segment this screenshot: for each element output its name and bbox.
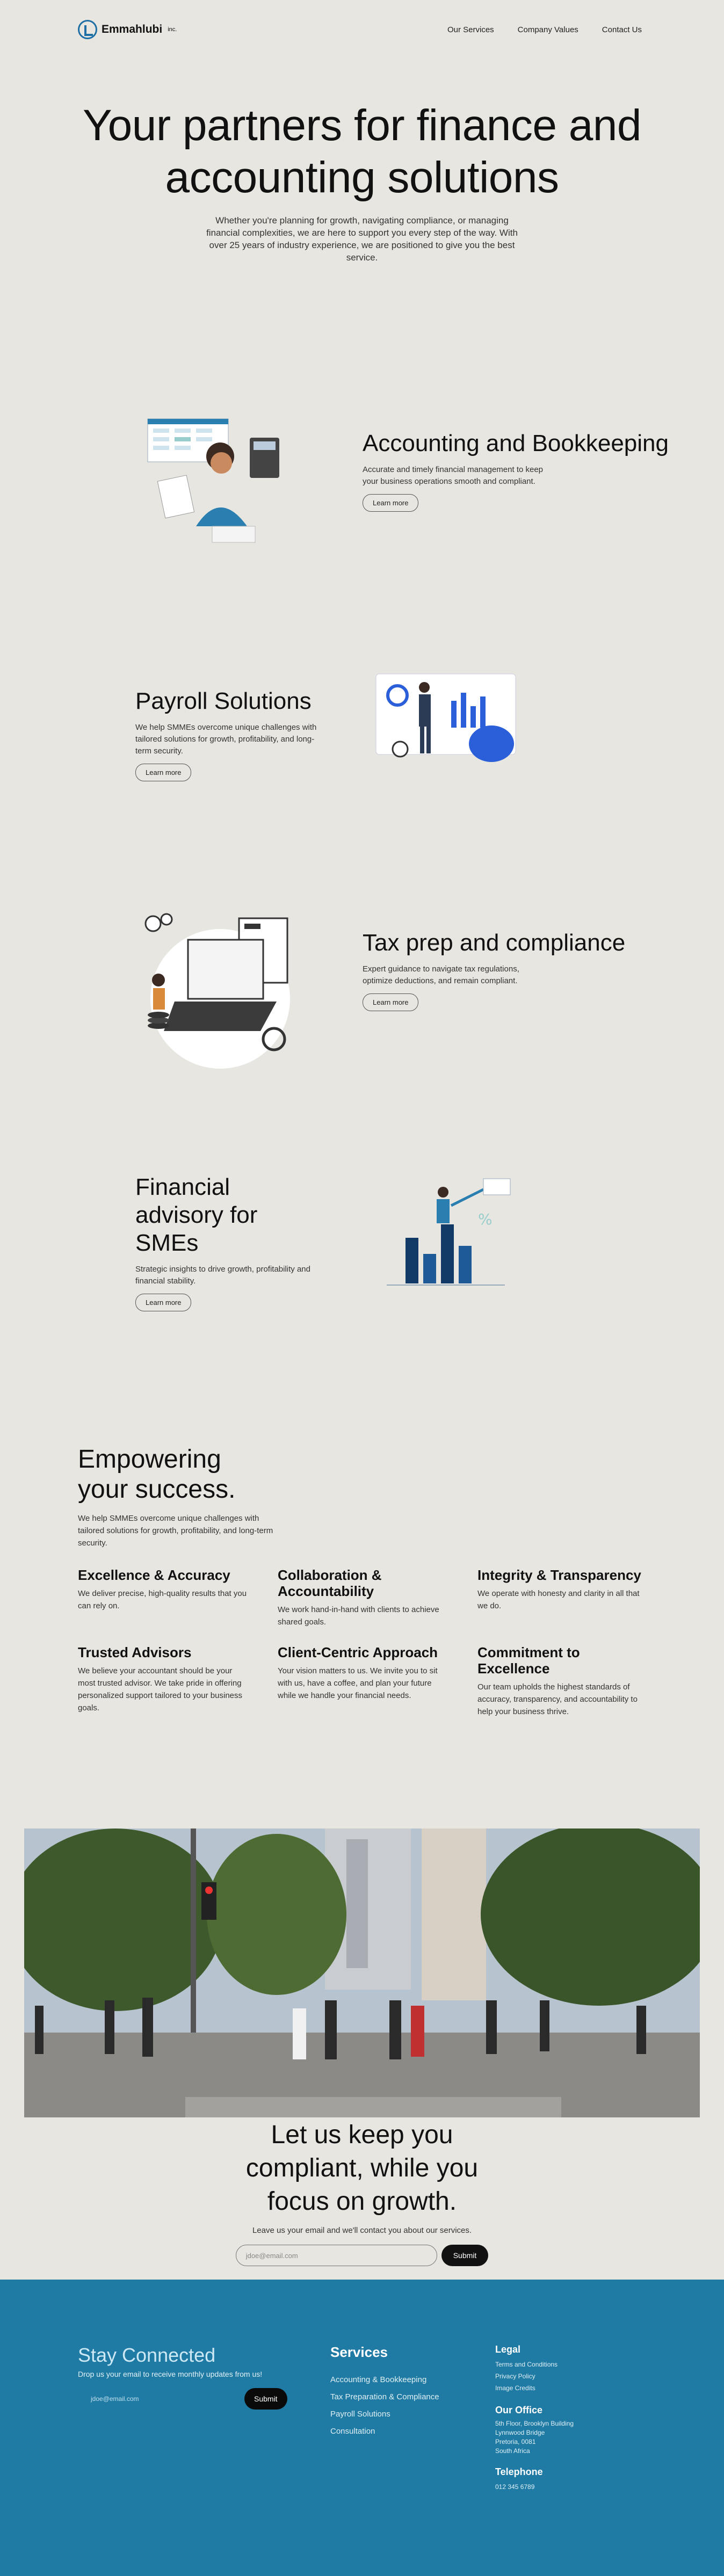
footer-newsletter: Stay Connected Drop us your email to rec… — [78, 2344, 303, 2410]
brand-logo-icon — [78, 20, 97, 39]
value-card: Trusted Advisors We believe your account… — [78, 1644, 248, 1718]
brand[interactable]: Emmahlubi inc. — [78, 20, 177, 39]
footer-service-link[interactable]: Consultation — [330, 2423, 439, 2440]
footer-legal-title: Legal — [495, 2344, 521, 2355]
service-desc: Strategic insights to drive growth, prof… — [135, 1265, 310, 1286]
value-title: Excellence & Accuracy — [78, 1567, 230, 1583]
footer-address-line: Pretoria, 0081 — [495, 2438, 536, 2446]
service-accounting: Accounting and Bookkeeping Accurate and … — [363, 430, 669, 512]
values-grid: Excellence & Accuracy We deliver precise… — [78, 1567, 647, 1718]
city-street-photo — [24, 1828, 700, 2117]
service-title: Tax prep and compliance — [363, 930, 626, 956]
value-title: Trusted Advisors — [78, 1644, 192, 1660]
value-card: Client-Centric Approach Your vision matt… — [278, 1644, 447, 1718]
footer-submit-button[interactable]: Submit — [244, 2388, 287, 2410]
value-title: Client-Centric Approach — [278, 1644, 438, 1660]
value-desc: We operate with honesty and clarity in a… — [477, 1589, 640, 1610]
value-desc: Our team upholds the highest standards o… — [477, 1682, 638, 1716]
footer-services-title: Services — [330, 2344, 388, 2360]
footer-service-link[interactable]: Tax Preparation & Compliance — [330, 2389, 439, 2406]
values-section-header: Empowering your success. We help SMMEs o… — [78, 1445, 277, 1549]
value-card: Integrity & Transparency We operate with… — [477, 1567, 647, 1628]
value-card: Commitment to Excellence Our team uphold… — [477, 1644, 647, 1718]
value-title: Collaboration & Accountability — [278, 1567, 382, 1599]
value-title: Commitment to Excellence — [477, 1644, 580, 1677]
hero-title: Your partners for finance and accounting… — [82, 101, 642, 202]
cta-form: jdoe@email.com Submit — [0, 2245, 724, 2266]
footer-legal-link[interactable]: Terms and Conditions — [495, 2359, 574, 2370]
cta-subtitle: Leave us your email and we'll contact yo… — [252, 2226, 472, 2235]
footer-email-input[interactable]: jdoe@email.com — [78, 2388, 239, 2410]
footer: Stay Connected Drop us your email to rec… — [0, 2280, 724, 2576]
email-input[interactable]: jdoe@email.com — [235, 2245, 437, 2266]
footer-address-line: 5th Floor, Brooklyn Building — [495, 2420, 574, 2427]
footer-office-title: Our Office — [495, 2405, 543, 2415]
footer-newsletter-title: Stay Connected — [78, 2344, 216, 2366]
footer-legal-link[interactable]: Image Credits — [495, 2382, 574, 2394]
accounting-illustration — [147, 418, 279, 543]
service-advisory: Financial advisory for SMEs Strategic in… — [135, 1173, 329, 1311]
service-payroll: Payroll Solutions We help SMMEs overcome… — [135, 687, 318, 781]
tax-illustration — [144, 913, 290, 1069]
footer-address-line: Lynnwood Bridge — [495, 2429, 545, 2436]
value-card: Excellence & Accuracy We deliver precise… — [78, 1567, 248, 1628]
value-desc: We deliver precise, high-quality results… — [78, 1589, 247, 1610]
value-card: Collaboration & Accountability We work h… — [278, 1567, 447, 1628]
learn-more-button[interactable]: Learn more — [363, 993, 419, 1011]
hero-subtitle: Whether you're planning for growth, navi… — [206, 215, 518, 263]
footer-service-link[interactable]: Payroll Solutions — [330, 2406, 439, 2423]
service-desc: Accurate and timely financial management… — [363, 465, 544, 486]
top-nav: Emmahlubi inc. Our Services Company Value… — [78, 16, 642, 43]
value-desc: We work hand-in-hand with clients to ach… — [278, 1605, 439, 1627]
footer-newsletter-subtitle: Drop us your email to receive monthly up… — [78, 2370, 263, 2378]
brand-suffix: inc. — [168, 26, 177, 33]
footer-phone-title: Telephone — [495, 2466, 543, 2477]
hero: Your partners for finance and accounting… — [0, 99, 724, 264]
learn-more-button[interactable]: Learn more — [135, 764, 192, 781]
value-title: Integrity & Transparency — [477, 1567, 641, 1583]
cta-section: Let us keep you compliant, while you foc… — [0, 2118, 724, 2266]
value-desc: We believe your accountant should be you… — [78, 1666, 243, 1713]
footer-services: Services Accounting & Bookkeeping Tax Pr… — [330, 2344, 439, 2440]
brand-name: Emmahlubi — [102, 23, 163, 35]
nav-link-services[interactable]: Our Services — [447, 25, 494, 34]
values-title: Empowering your success. — [78, 1445, 236, 1504]
learn-more-button[interactable]: Learn more — [363, 494, 419, 512]
values-subtitle: We help SMMEs overcome unique challenges… — [78, 1514, 273, 1548]
submit-button[interactable]: Submit — [441, 2245, 489, 2266]
service-desc: Expert guidance to navigate tax regulati… — [363, 964, 519, 985]
footer-legal-link[interactable]: Privacy Policy — [495, 2370, 574, 2382]
service-tax: Tax prep and compliance Expert guidance … — [363, 929, 625, 1011]
payroll-illustration — [375, 673, 516, 762]
footer-form: jdoe@email.com Submit — [78, 2388, 303, 2410]
nav-link-values[interactable]: Company Values — [518, 25, 578, 34]
advisory-illustration: % — [387, 1178, 511, 1286]
cta-title: Let us keep you compliant, while you foc… — [245, 2121, 479, 2216]
footer-phone[interactable]: 012 345 6789 — [495, 2481, 574, 2493]
service-title: Financial advisory for SMEs — [135, 1174, 258, 1256]
service-desc: We help SMMEs overcome unique challenges… — [135, 723, 317, 756]
svg-text:%: % — [478, 1210, 493, 1228]
learn-more-button[interactable]: Learn more — [135, 1294, 192, 1311]
nav-links: Our Services Company Values Contact Us — [447, 25, 642, 34]
footer-service-link[interactable]: Accounting & Bookkeeping — [330, 2371, 439, 2389]
service-title: Accounting and Bookkeeping — [363, 430, 669, 456]
service-title: Payroll Solutions — [135, 688, 312, 714]
nav-link-contact[interactable]: Contact Us — [602, 25, 642, 34]
footer-info: Legal Terms and Conditions Privacy Polic… — [495, 2344, 574, 2493]
footer-address-line: South Africa — [495, 2447, 530, 2455]
value-desc: Your vision matters to us. We invite you… — [278, 1666, 438, 1700]
